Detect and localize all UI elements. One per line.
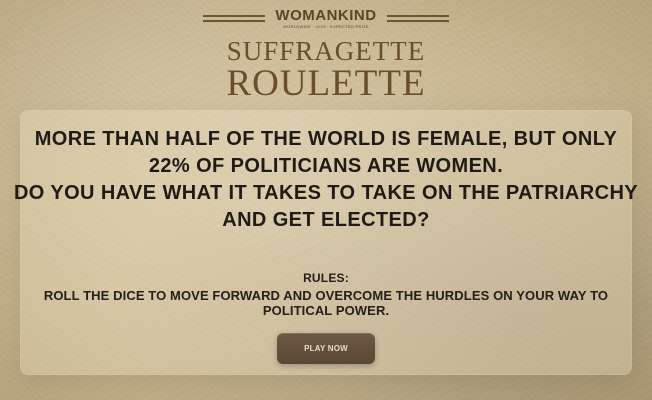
right-brand-rule — [386, 15, 449, 22]
headline-line-1: MORE THAN HALF OF THE WORLD IS FEMALE, B… — [34, 128, 618, 150]
brand-subtitle: WORLDWIDE · 2020 · EXPECTED PRIZE — [283, 24, 369, 29]
play-now-button[interactable]: PLAY NOW — [277, 333, 375, 364]
game-title-line-2: ROULETTE — [226, 63, 426, 104]
brand-header: WOMANKIND WORLDWIDE · 2020 · EXPECTED PR… — [0, 8, 652, 29]
headline-line-2: 22% OF POLITICIANS ARE WOMEN. — [148, 155, 504, 177]
left-brand-rule — [203, 15, 266, 22]
headline-line-3: DO YOU HAVE WHAT IT TAKES TO TAKE ON THE… — [13, 182, 639, 204]
brand-block: WOMANKIND WORLDWIDE · 2020 · EXPECTED PR… — [275, 8, 376, 29]
brand-name: WOMANKIND — [275, 7, 377, 24]
rules-text: ROLL THE DICE TO MOVE FORWARD AND OVERCO… — [0, 288, 652, 318]
rules-line-1: ROLL THE DICE TO MOVE FORWARD AND OVERCO… — [43, 288, 609, 303]
rules-title: RULES: — [303, 271, 349, 285]
game-title-line-1: SUFFRAGETTE — [226, 36, 426, 66]
intro-headline: MORE THAN HALF OF THE WORLD IS FEMALE, B… — [0, 126, 652, 234]
rules-line-2: POLITICAL POWER. — [262, 303, 390, 318]
headline-line-4: AND GET ELECTED? — [222, 209, 430, 231]
game-title: SUFFRAGETTE ROULETTE — [0, 36, 652, 104]
